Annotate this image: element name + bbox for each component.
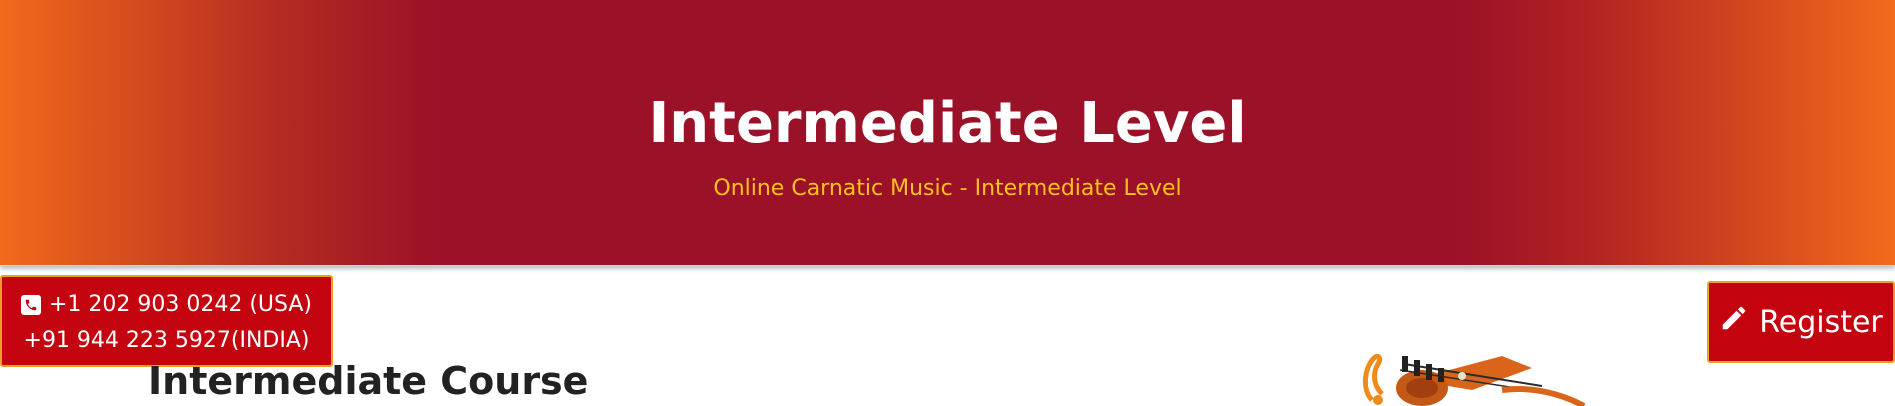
veena-illustration xyxy=(1363,353,1586,406)
phone-square-icon xyxy=(20,295,41,315)
contact-box: +1 202 903 0242 (USA) +91 944 223 5927(I… xyxy=(0,275,333,367)
page-title: Intermediate Level xyxy=(648,91,1247,156)
phone-india[interactable]: +91 944 223 5927(INDIA) xyxy=(24,325,310,357)
course-heading: Intermediate Course xyxy=(148,359,589,403)
register-label: Register xyxy=(1759,304,1883,340)
contact-line-india: +91 944 223 5927(INDIA) xyxy=(2,325,331,357)
register-button[interactable]: Register xyxy=(1707,281,1895,363)
phone-usa[interactable]: +1 202 903 0242 (USA) xyxy=(49,289,312,321)
contact-line-usa: +1 202 903 0242 (USA) xyxy=(2,289,331,321)
hero-banner: Intermediate Level Online Carnatic Music… xyxy=(0,0,1895,266)
page-subtitle: Online Carnatic Music - Intermediate Lev… xyxy=(713,176,1182,201)
pencil-icon xyxy=(1719,303,1749,341)
